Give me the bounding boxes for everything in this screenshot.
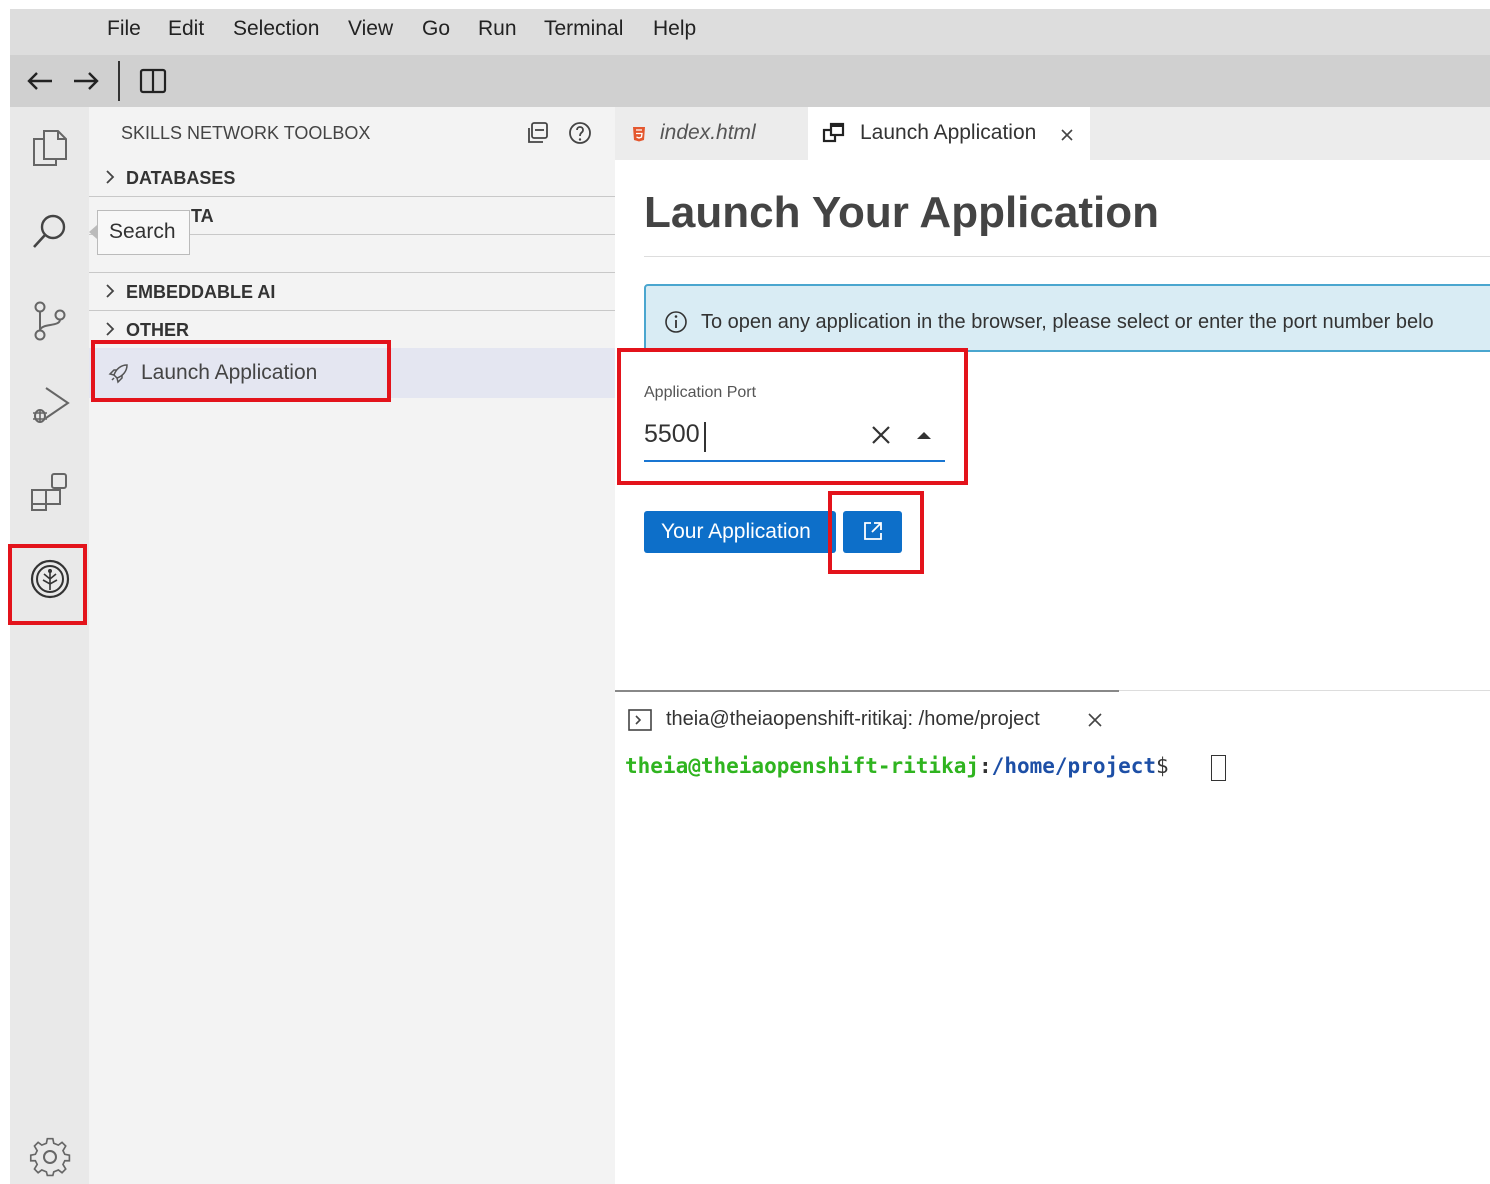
collapse-all-icon[interactable]: [525, 120, 551, 146]
tab-label: Launch Application: [860, 121, 1037, 144]
split-layout-icon[interactable]: [135, 63, 171, 99]
clear-icon[interactable]: [870, 424, 892, 446]
terminal-panel: theia@theiaopenshift-ritikaj: /home/proj…: [615, 690, 1490, 1184]
sidebar-item-launch-application[interactable]: Launch Application: [89, 348, 615, 398]
divider: [644, 256, 1490, 257]
prompt-user: theia@theiaopenshift-ritikaj: [625, 754, 980, 778]
menu-file[interactable]: File: [107, 17, 141, 41]
editor-tab-bar: index.html Launch Application: [615, 107, 1490, 160]
launch-window-icon: [822, 122, 845, 143]
external-link-icon: [864, 522, 882, 540]
section-label: DATABASES: [126, 168, 236, 188]
terminal-icon: [628, 709, 652, 731]
menu-selection[interactable]: Selection: [233, 17, 319, 41]
search-icon[interactable]: [28, 209, 72, 253]
menu-terminal[interactable]: Terminal: [544, 17, 623, 41]
launch-application-label: Launch Application: [141, 361, 318, 384]
tab-launch-application[interactable]: Launch Application: [808, 107, 1090, 160]
skills-network-toolbox-icon[interactable]: [28, 557, 72, 601]
section-databases[interactable]: DATABASES: [89, 159, 615, 197]
help-icon[interactable]: [567, 120, 593, 146]
menu-view[interactable]: View: [348, 17, 393, 41]
info-icon: [665, 311, 687, 333]
port-label: Application Port: [644, 384, 757, 401]
toolbar: [10, 55, 1490, 107]
launch-application-panel: Launch Your Application To open any appl…: [615, 160, 1490, 690]
menu-bar: File Edit Selection View Go Run Terminal…: [10, 9, 1490, 55]
page-title: Launch Your Application: [644, 188, 1159, 237]
tooltip-arrow: [89, 225, 97, 239]
arrow-right-icon[interactable]: [68, 63, 104, 99]
section-other[interactable]: OTHER: [89, 311, 615, 349]
text-caret: [704, 422, 706, 452]
section-label: OTHER: [126, 320, 189, 340]
explorer-icon[interactable]: [28, 125, 72, 169]
prompt-path: /home/project: [991, 754, 1157, 778]
section-embeddable-ai[interactable]: EMBEDDABLE AI: [89, 273, 615, 311]
menu-edit[interactable]: Edit: [168, 17, 204, 41]
chevron-right-icon: [106, 322, 115, 336]
close-icon[interactable]: [1060, 128, 1074, 142]
menu-run[interactable]: Run: [478, 17, 517, 41]
terminal-cursor: [1211, 755, 1226, 781]
source-control-icon[interactable]: [28, 299, 72, 343]
html5-icon: [633, 127, 645, 142]
prompt-dollar: $: [1156, 754, 1182, 778]
terminal-prompt[interactable]: theia@theiaopenshift-ritikaj:/home/proje…: [625, 754, 1181, 778]
menu-help[interactable]: Help: [653, 17, 696, 41]
info-text: To open any application in the browser, …: [701, 311, 1434, 333]
arrow-left-icon[interactable]: [22, 63, 58, 99]
tab-label: index.html: [660, 121, 756, 144]
tab-index-html[interactable]: index.html: [615, 107, 807, 160]
port-input-underline: [644, 460, 945, 462]
section-label: TA: [191, 206, 214, 226]
sidebar-title: SKILLS NETWORK TOOLBOX: [121, 123, 371, 143]
rocket-icon: [108, 364, 128, 384]
divider: [1119, 690, 1490, 691]
your-application-button[interactable]: Your Application: [644, 511, 836, 553]
terminal-tab-indicator: [615, 690, 1119, 692]
prompt-colon: :: [979, 754, 992, 778]
port-input[interactable]: 5500: [644, 420, 700, 449]
search-tooltip: Search: [97, 210, 190, 255]
section-label: EMBEDDABLE AI: [126, 282, 276, 302]
info-alert: To open any application in the browser, …: [644, 284, 1490, 352]
skills-network-sidebar: SKILLS NETWORK TOOLBOX DATABASES TA EMBE…: [89, 107, 615, 1184]
close-icon[interactable]: [1087, 712, 1103, 728]
toolbar-separator: [118, 61, 120, 101]
open-in-new-window-button[interactable]: [843, 511, 902, 553]
terminal-tab-label[interactable]: theia@theiaopenshift-ritikaj: /home/proj…: [666, 708, 1040, 731]
chevron-right-icon: [106, 170, 115, 184]
chevron-right-icon: [106, 284, 115, 298]
menu-go[interactable]: Go: [422, 17, 450, 41]
dropdown-arrow-icon[interactable]: [914, 428, 934, 442]
extensions-icon[interactable]: [28, 470, 72, 514]
run-debug-icon[interactable]: [28, 382, 72, 426]
settings-gear-icon[interactable]: [28, 1135, 72, 1179]
activity-bar: [10, 107, 89, 1184]
